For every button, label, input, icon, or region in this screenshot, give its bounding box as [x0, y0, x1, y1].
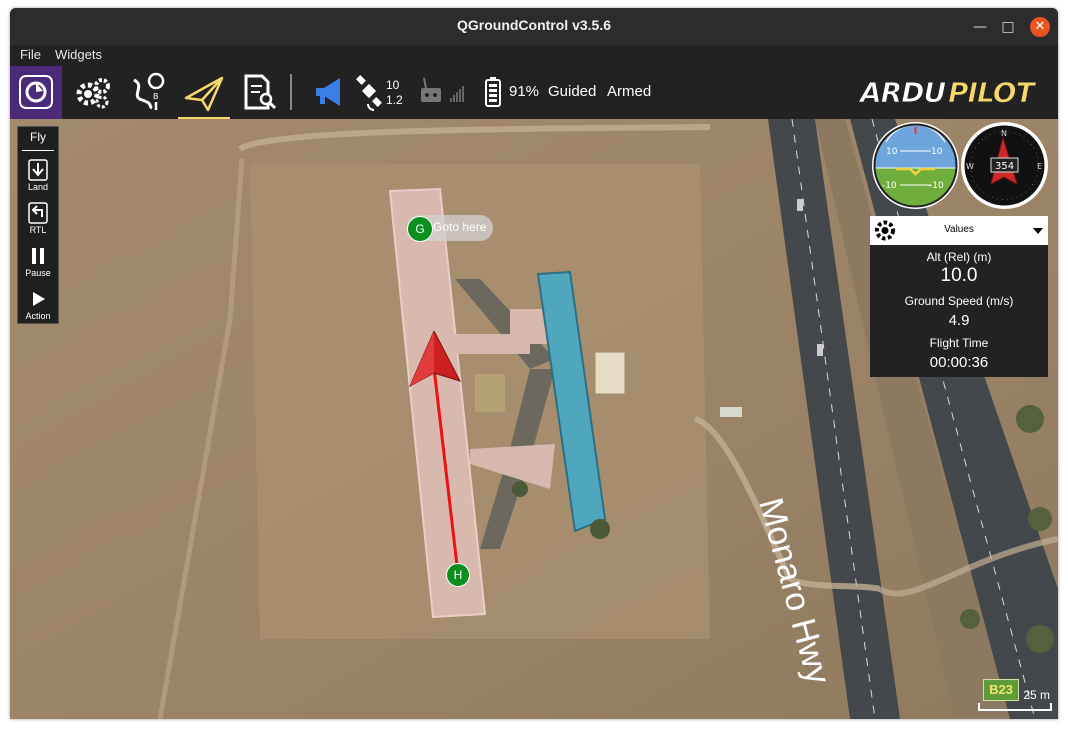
pitch-mark-minus10-right: -10	[929, 181, 944, 191]
main-toolbar: B 10 1.2 91% Guided Armed ARDU PILOT	[10, 66, 1058, 119]
arm-state-indicator[interactable]: Armed	[607, 83, 651, 100]
minimize-button[interactable]: —	[970, 17, 990, 37]
land-arrow-icon	[28, 159, 48, 181]
values-panel-header[interactable]: Values	[870, 216, 1048, 245]
svg-text:B: B	[153, 92, 159, 101]
rtl-button[interactable]: RTL	[18, 200, 58, 240]
pitch-mark-minus10-left: -10	[882, 181, 897, 191]
ardupilot-logo-mark: ARDU PILOT	[858, 76, 1039, 110]
values-panel: Values Alt (Rel) (m) 10.0 Ground Speed (…	[870, 216, 1048, 377]
play-action-icon	[33, 292, 45, 306]
messages-button[interactable]	[310, 66, 350, 119]
flight-time-value: 00:00:36	[929, 354, 989, 371]
vehicle-setup-button[interactable]	[70, 66, 114, 119]
compass-indicator[interactable]: N E W 354	[961, 122, 1048, 209]
land-label: Land	[27, 182, 49, 192]
map-scale-tick-right	[1050, 703, 1052, 711]
pitch-mark-10-right: 10	[931, 147, 943, 157]
alt-rel-value: 10.0	[940, 265, 978, 286]
attitude-indicator[interactable]: 10 10 -10 -10	[872, 122, 959, 209]
alt-rel-label: Alt (Rel) (m)	[926, 250, 992, 264]
map-scale-label: 25 m	[1023, 688, 1050, 702]
battery-icon	[485, 77, 501, 107]
vehicle-setup-gear-icon	[76, 78, 110, 109]
gps-indicator[interactable]: 10 1.2	[354, 66, 406, 119]
battery-indicator[interactable]: 91%	[482, 66, 552, 119]
title-bar: QGroundControl v3.5.6 — □ ✕	[10, 8, 1058, 45]
svg-text:PILOT: PILOT	[948, 76, 1037, 109]
pitch-mark-10-left: 10	[886, 147, 898, 157]
svg-text:ARDU: ARDU	[858, 76, 946, 109]
battery-percent: 91%	[509, 83, 540, 100]
pause-button[interactable]: Pause	[18, 243, 58, 283]
analyze-document-icon	[244, 74, 277, 110]
rc-transmitter-icon	[421, 77, 464, 102]
fly-panel-header: Fly	[30, 130, 46, 144]
gps-satellite-count: 10	[386, 78, 400, 92]
analyze-button[interactable]	[238, 66, 282, 119]
home-marker[interactable]: H	[446, 563, 470, 587]
compass-rose-graphic: N E W 354	[962, 123, 1047, 208]
fly-tools-panel: Fly Land RTL Pause Action	[17, 126, 59, 324]
values-panel-title: Values	[944, 224, 974, 235]
flight-mode-selector[interactable]: Guided	[548, 83, 596, 100]
compass-north: N	[1001, 129, 1007, 138]
maximize-button[interactable]: □	[998, 17, 1018, 37]
satellite-map[interactable]: G Goto here H Monaro Hwy B23 25 m	[10, 119, 1058, 719]
map-scale: 25 m	[976, 685, 1056, 715]
fly-paper-plane-icon	[184, 76, 224, 112]
pause-icon	[32, 248, 44, 264]
rtl-return-icon	[28, 202, 48, 224]
qgc-logo-button[interactable]	[10, 66, 62, 119]
land-button[interactable]: Land	[18, 157, 58, 197]
menu-widgets[interactable]: Widgets	[55, 47, 102, 62]
window-title: QGroundControl v3.5.6	[456, 17, 611, 33]
rc-rssi-indicator[interactable]	[418, 66, 468, 119]
action-label: Action	[25, 311, 51, 321]
plan-route-icon: B	[133, 72, 165, 110]
satellite-icon	[356, 75, 382, 111]
menu-bar: File Widgets	[10, 45, 1058, 66]
fly-view-button[interactable]	[178, 66, 230, 119]
toolbar-divider	[290, 74, 292, 110]
goto-marker-letter: G	[407, 216, 433, 242]
gps-hdop: 1.2	[386, 93, 403, 107]
close-button[interactable]: ✕	[1030, 17, 1050, 37]
qgc-logo-icon	[19, 75, 53, 109]
rtl-label: RTL	[29, 225, 47, 235]
attitude-horizon-graphic: 10 10 -10 -10	[873, 123, 958, 208]
chevron-down-icon[interactable]	[1031, 216, 1045, 245]
map-scale-tick-left	[978, 703, 980, 711]
compass-heading: 354	[995, 161, 1014, 172]
ground-speed-value: 4.9	[948, 312, 970, 329]
map-imagery	[10, 119, 1058, 719]
megaphone-icon	[316, 78, 340, 106]
vehicle-heading-arrow	[408, 331, 461, 388]
ground-speed-label: Ground Speed (m/s)	[904, 294, 1014, 308]
fly-panel-divider	[22, 150, 54, 151]
flight-time-label: Flight Time	[929, 336, 989, 350]
pause-label: Pause	[25, 268, 51, 278]
map-scale-bar	[978, 709, 1052, 711]
ardupilot-logo: ARDU PILOT	[856, 74, 1046, 110]
goto-here-marker[interactable]: G Goto here	[407, 215, 493, 242]
plan-button[interactable]: B	[126, 66, 170, 119]
compass-east: E	[1037, 162, 1042, 171]
menu-file[interactable]: File	[20, 47, 41, 62]
action-button[interactable]: Action	[18, 286, 58, 326]
compass-west: W	[966, 162, 974, 171]
goto-marker-label: Goto here	[433, 220, 487, 234]
app-window: QGroundControl v3.5.6 — □ ✕ File Widgets	[10, 8, 1058, 719]
